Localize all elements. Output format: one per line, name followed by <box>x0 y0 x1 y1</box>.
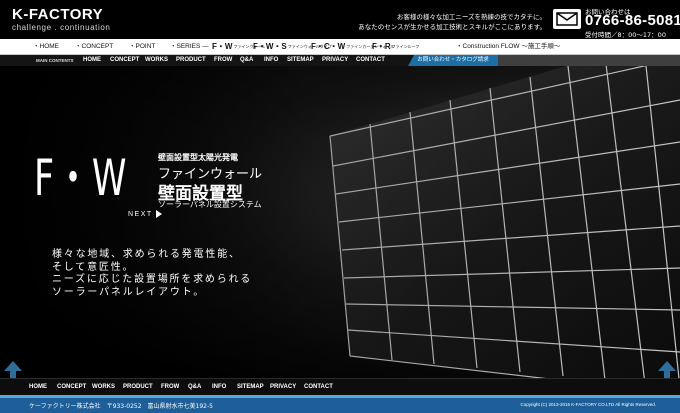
copyright: Copyright (C) 2013-2015 K-FACTORY CO.LTD… <box>520 402 656 407</box>
contact-box[interactable]: お問い合わせは 0766-86-5081 受付時間／8：00〜17：00 <box>553 7 680 39</box>
logo-subtext: challenge . continuation <box>12 23 111 32</box>
tagline-line2: あなたのセンスが生かせる加工技術とスキルがここにあります。 <box>358 23 546 31</box>
nav2-works[interactable]: WORKS <box>145 55 168 66</box>
next-link[interactable]: NEXT <box>128 210 162 218</box>
series-fr-sub: ファインルーフ <box>391 44 420 50</box>
footer-bar: ケーファクトリー株式会社 〒933-0252 富山県射水市七美192-5 Cop… <box>0 395 680 413</box>
nav-stripe <box>498 55 680 66</box>
hero-description: 様々な地域、求められる発電性能、 そして意匠性。 ニーズに応じた設置場所を求めら… <box>52 249 252 299</box>
footer-nav-contact[interactable]: CONTACT <box>304 379 333 396</box>
logo-text: K-FACTORY <box>12 6 104 23</box>
nav-series[interactable]: ・SERIES ― <box>170 39 209 54</box>
nav2-info[interactable]: INFO <box>264 55 278 66</box>
desc-line-1: 様々な地域、求められる発電性能、 <box>52 249 241 260</box>
logo[interactable]: K-FACTORY challenge . continuation <box>12 7 110 33</box>
tagline: お客様の様々な加工ニーズを熟練の技でカタチに。 あなたのセンスが生かせる加工技術… <box>358 12 546 32</box>
hero-subtitle-1: 壁面設置型太陽光発電 <box>158 153 238 162</box>
hero-subtitle-4: ソーラーパネル設置システム <box>158 200 262 209</box>
primary-nav: ・HOME ・CONCEPT ・POINT ・SERIES ― F・Wファインウ… <box>0 39 680 55</box>
nav-point[interactable]: ・POINT <box>129 39 155 54</box>
series-fcw-label: F・C・W <box>311 42 346 51</box>
footer-nav-concept[interactable]: CONCEPT <box>57 379 86 396</box>
desc-line-4: ソーラーパネルレイアウト。 <box>52 286 206 298</box>
footer-nav-works[interactable]: WORKS <box>92 379 115 396</box>
fw-title: F・W <box>34 149 128 207</box>
inquiry-catalog-button[interactable]: お問い合わせ・カタログ請求 <box>408 55 498 66</box>
nav-concept[interactable]: ・CONCEPT <box>75 39 113 54</box>
site-header: K-FACTORY challenge . continuation お客様の様… <box>0 0 680 39</box>
tagline-line1: お客様の様々な加工ニーズを熟練の技でカタチに。 <box>396 13 546 21</box>
footer-nav-home[interactable]: HOME <box>29 379 47 396</box>
nav-series-fr[interactable]: F・Rファインルーフ <box>372 39 419 54</box>
business-hours: 受付時間／8：00〜17：00 <box>585 31 666 39</box>
nav-construction-flow[interactable]: ・Construction FLOW 〜施工手順〜 <box>456 39 560 54</box>
nav2-home[interactable]: HOME <box>83 55 101 66</box>
company-address: ケーファクトリー株式会社 〒933-0252 富山県射水市七美192-5 <box>29 403 213 410</box>
series-fws-label: F・W・S <box>253 42 287 51</box>
series-fw-label: F・W <box>212 42 233 51</box>
footer-nav-qa[interactable]: Q&A <box>188 379 201 396</box>
nav2-privacy[interactable]: PRIVACY <box>322 55 348 66</box>
series-fr-label: F・R <box>372 42 391 51</box>
footer-nav-frow[interactable]: FROW <box>161 379 179 396</box>
nav2-product[interactable]: PRODUCT <box>176 55 206 66</box>
hero-banner: F・W 壁面設置型太陽光発電 ファインウォール 壁面設置型 ソーラーパネル設置シ… <box>0 66 680 378</box>
page: K-FACTORY challenge . continuation お客様の様… <box>0 0 680 413</box>
mail-icon[interactable] <box>553 9 581 29</box>
footer-nav-info[interactable]: INFO <box>212 379 226 396</box>
next-arrow-icon <box>155 210 162 218</box>
nav-home[interactable]: ・HOME <box>33 39 59 54</box>
footer-nav-sitemap[interactable]: SITEMAP <box>237 379 264 396</box>
solar-panel-image <box>0 66 680 378</box>
main-contents-label: MAIN CONTENTS <box>36 58 74 63</box>
nav2-concept[interactable]: CONCEPT <box>110 55 139 66</box>
nav2-qa[interactable]: Q&A <box>240 55 253 66</box>
desc-line-2: そして意匠性。 <box>52 261 135 273</box>
phone-number[interactable]: 0766-86-5081 <box>585 12 680 29</box>
nav2-sitemap[interactable]: SITEMAP <box>287 55 314 66</box>
next-label: NEXT <box>128 210 153 218</box>
nav2-contact[interactable]: CONTACT <box>356 55 385 66</box>
nav2-frow[interactable]: FROW <box>214 55 232 66</box>
footer-nav-product[interactable]: PRODUCT <box>123 379 153 396</box>
footer-nav-privacy[interactable]: PRIVACY <box>270 379 296 396</box>
desc-line-3: ニーズに応じた設置場所を求められる <box>52 274 253 285</box>
footer-nav: HOME CONCEPT WORKS PRODUCT FROW Q&A INFO… <box>0 378 680 396</box>
